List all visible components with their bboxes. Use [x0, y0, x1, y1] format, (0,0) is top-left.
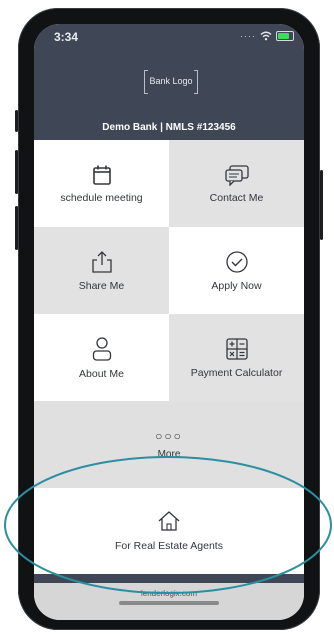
share-me-button[interactable]: Share Me [34, 227, 169, 314]
tile-label: Apply Now [211, 279, 262, 292]
volume-up-button [15, 150, 18, 194]
battery-icon [276, 31, 294, 41]
calendar-icon [92, 165, 111, 185]
footer-url: lenderlogix.com [140, 589, 198, 598]
calculator-icon [225, 337, 248, 360]
footer-bar [34, 574, 304, 583]
tile-label: Payment Calculator [190, 366, 283, 379]
ellipsis-icon: ○○○ [155, 429, 183, 443]
agents-label: For Real Estate Agents [115, 540, 223, 552]
tile-label: schedule meeting [60, 191, 143, 204]
real-estate-agents-button[interactable]: For Real Estate Agents [34, 488, 304, 574]
tile-label: Share Me [78, 279, 125, 292]
power-button [320, 170, 323, 240]
app-header: 3:34 ···· Bank Logo Demo Bank | NMLS #12… [34, 24, 304, 140]
schedule-meeting-button[interactable]: schedule meeting [34, 140, 169, 227]
app-screen: 3:34 ···· Bank Logo Demo Bank | NMLS #12… [34, 24, 304, 620]
signal-icon: ···· [240, 31, 256, 41]
check-circle-icon [225, 250, 248, 273]
mute-switch [15, 110, 18, 132]
person-icon [92, 336, 111, 361]
share-icon [91, 250, 112, 273]
house-icon [158, 511, 180, 531]
apply-now-button[interactable]: Apply Now [169, 227, 304, 314]
chat-icon [224, 164, 249, 186]
more-button[interactable]: ○○○ More [34, 401, 304, 488]
status-icons: ···· [240, 31, 294, 41]
more-label: More [157, 449, 181, 460]
status-time: 3:34 [54, 30, 79, 44]
home-indicator[interactable] [119, 601, 219, 605]
bank-name-nmls: Demo Bank | NMLS #123456 [102, 122, 236, 133]
bank-logo: Bank Logo [144, 70, 198, 94]
wifi-icon [260, 31, 272, 41]
volume-down-button [15, 206, 18, 250]
tile-label: Contact Me [209, 191, 264, 204]
contact-me-button[interactable]: Contact Me [169, 140, 304, 227]
about-me-button[interactable]: About Me [34, 314, 169, 401]
tile-label: About Me [79, 367, 124, 380]
payment-calculator-button[interactable]: Payment Calculator [169, 314, 304, 401]
